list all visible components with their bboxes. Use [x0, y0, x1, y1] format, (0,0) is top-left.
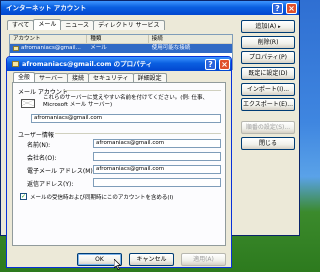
- add-button-label: 追加(A): [255, 23, 277, 30]
- export-button[interactable]: エクスポート(E)...: [241, 98, 295, 111]
- account-name-input[interactable]: afromaniacs@gmail.com: [31, 114, 221, 123]
- mail-account-icon: [21, 97, 37, 109]
- reply-address-input[interactable]: [93, 178, 221, 187]
- column-header-type[interactable]: 種類: [87, 35, 149, 43]
- cancel-button[interactable]: キャンセル: [129, 253, 174, 266]
- email-address-input[interactable]: afromaniacs@gmail.com: [93, 165, 221, 174]
- tab-all[interactable]: すべて: [7, 20, 35, 30]
- window-title-bar: インターネット アカウント: [1, 1, 299, 15]
- chevron-right-icon: ▸: [278, 24, 281, 30]
- reply-address-label: 返信アドレス(Y):: [27, 181, 74, 188]
- tab-directory-service[interactable]: ディレクトリ サービス: [93, 20, 165, 30]
- add-button[interactable]: 追加(A) ▸: [241, 20, 295, 33]
- properties-button[interactable]: プロパティ(P): [241, 51, 295, 64]
- email-address-label: 電子メール アドレス(M):: [27, 168, 95, 175]
- dialog-title: afromaniacs@gmail.com のプロパティ: [22, 60, 153, 68]
- general-tab-panel: メール アカウント これらのサーバーに覚えやすい名前を付けてください。(例: 仕…: [12, 82, 226, 246]
- row-account-type: メール: [90, 45, 107, 51]
- mail-account-divider: [63, 90, 221, 91]
- dialog-mail-icon: [12, 61, 19, 67]
- set-default-button[interactable]: 既定に設定(D): [241, 67, 295, 80]
- dialog-title-bar: afromaniacs@gmail.com のプロパティ: [7, 57, 231, 71]
- remove-button[interactable]: 削除(R): [241, 36, 295, 49]
- user-info-divider: [55, 133, 221, 134]
- close-icon[interactable]: ×: [286, 3, 297, 14]
- user-info-group-label: ユーザー情報: [18, 132, 54, 139]
- window-title: インターネット アカウント: [6, 4, 87, 12]
- column-header-connection[interactable]: 接続: [149, 35, 232, 43]
- apply-button[interactable]: 適用(A): [181, 253, 226, 266]
- row-account-name: afromaniacs@gmail...: [21, 45, 81, 51]
- help-icon[interactable]: ?: [272, 3, 283, 14]
- include-account-label: メールの受信時および同期時にこのアカウントを含める(I): [30, 195, 174, 201]
- close-button[interactable]: 閉じる: [241, 137, 295, 150]
- list-header: アカウント 種類 接続: [10, 35, 232, 44]
- account-type-tabs: すべて メール ニュース ディレクトリ サービス: [7, 19, 165, 30]
- dialog-help-icon[interactable]: ?: [205, 59, 216, 70]
- tab-news[interactable]: ニュース: [60, 20, 95, 30]
- name-input[interactable]: afromaniacs@gmail.com: [93, 139, 221, 148]
- company-label: 会社名(O):: [27, 155, 57, 162]
- import-button[interactable]: インポート(I)...: [241, 83, 295, 96]
- column-header-account[interactable]: アカウント: [10, 35, 88, 43]
- set-order-button[interactable]: 順番の設定(S)...: [241, 121, 295, 134]
- mail-account-icon: [13, 46, 19, 51]
- account-row[interactable]: afromaniacs@gmail... メール 使用可能な接続: [10, 44, 232, 53]
- name-label: 名前(N):: [27, 142, 51, 149]
- dialog-close-icon[interactable]: ×: [219, 59, 230, 70]
- tab-mail[interactable]: メール: [33, 19, 62, 30]
- account-properties-dialog: afromaniacs@gmail.com のプロパティ ? × 全般 サーバー…: [6, 56, 232, 270]
- mail-account-description: これらのサーバーに覚えやすい名前を付けてください。(例: 仕事、Microsof…: [43, 95, 209, 108]
- row-account-connection: 使用可能な接続: [151, 45, 191, 51]
- mouse-cursor-icon: [114, 259, 122, 270]
- include-account-checkbox[interactable]: ✓: [20, 193, 27, 200]
- company-input[interactable]: [93, 152, 221, 161]
